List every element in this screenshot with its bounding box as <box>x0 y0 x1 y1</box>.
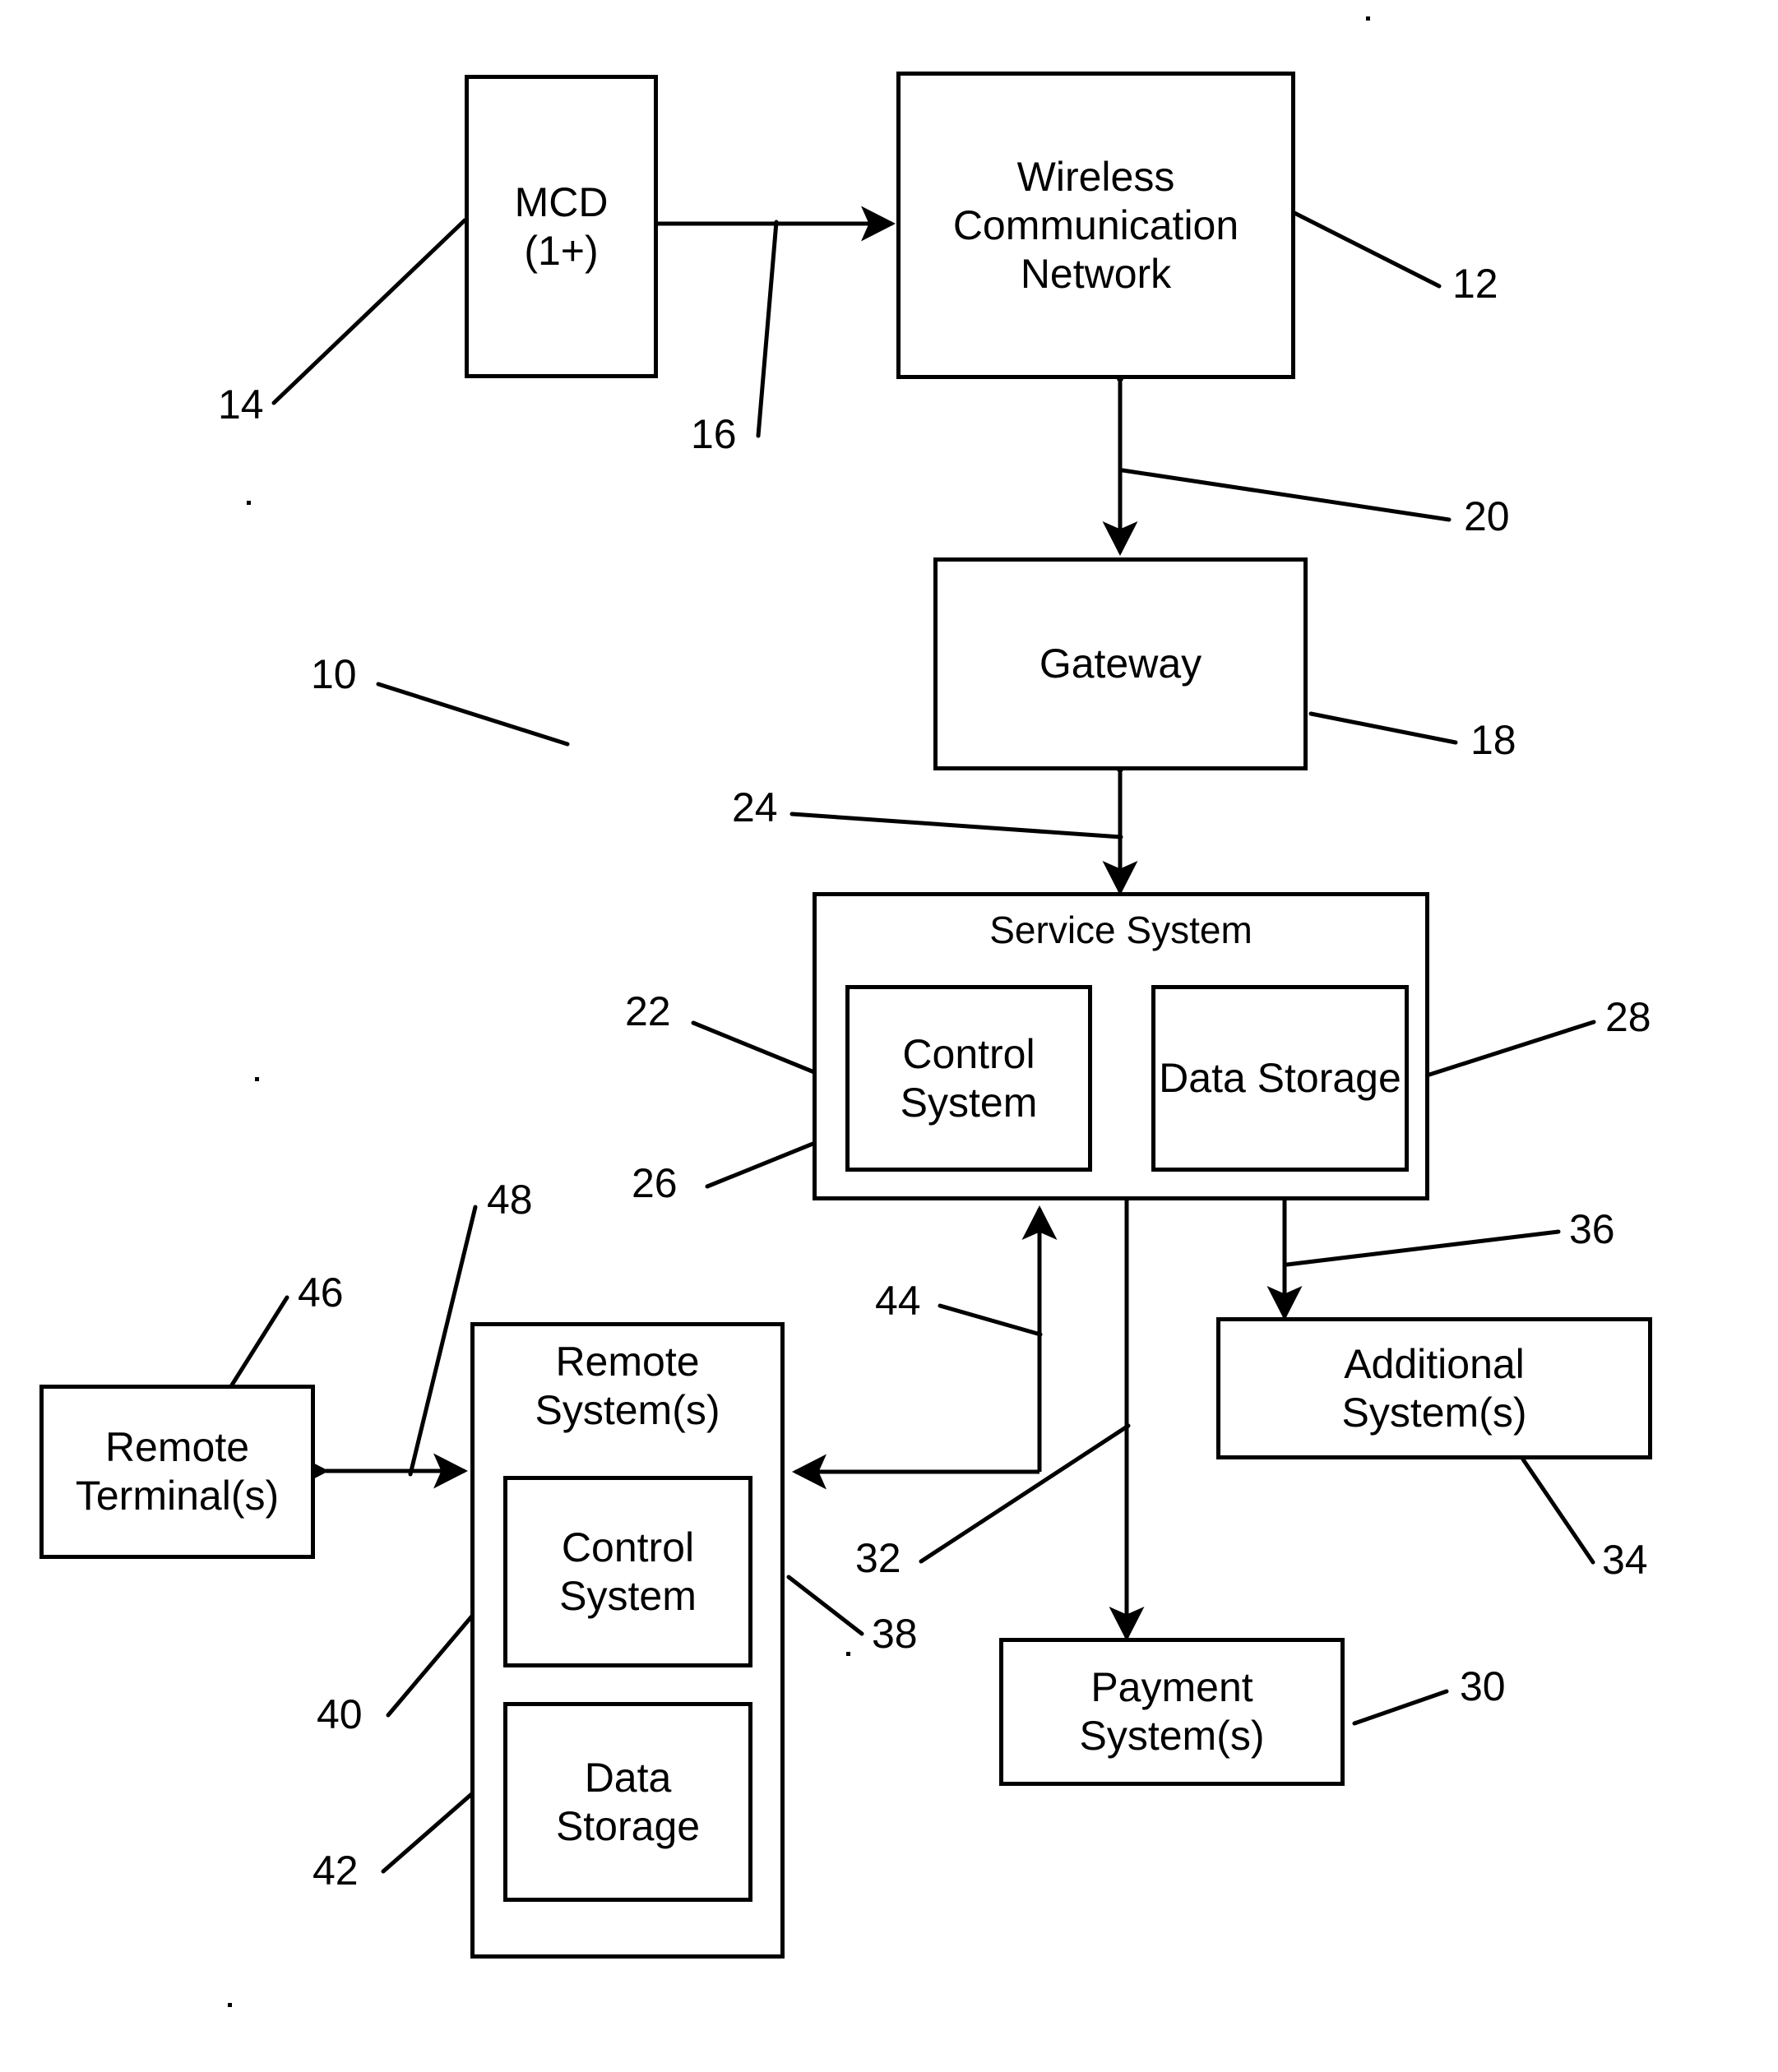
leader-22 <box>691 1020 817 1075</box>
node-remote-systems-label: Remote System(s) <box>535 1339 720 1433</box>
node-payment-systems-label: Payment System(s) <box>1079 1664 1265 1759</box>
leader-36 <box>1285 1229 1561 1267</box>
refnum-36: 36 <box>1569 1206 1615 1252</box>
leader-14 <box>271 218 467 405</box>
node-service-control-system-label: Control System <box>900 1030 1038 1126</box>
refnum-16: 16 <box>691 411 737 457</box>
link-service-remote <box>791 1205 1058 1490</box>
node-service-system-label: Service System <box>989 909 1252 951</box>
refnum-10: 10 <box>311 651 357 697</box>
leader-38 <box>786 1575 864 1636</box>
refnum-42: 42 <box>313 1848 359 1894</box>
scan-speck <box>1366 16 1370 21</box>
node-service-control-system[interactable]: Control System <box>845 985 1092 1172</box>
refnum-44: 44 <box>875 1278 921 1324</box>
scan-speck <box>255 1077 259 1081</box>
node-payment-systems[interactable]: Payment System(s) <box>999 1638 1345 1786</box>
refnum-48: 48 <box>487 1177 533 1223</box>
node-mcd[interactable]: MCD (1+) <box>465 75 658 378</box>
leader-10 <box>376 682 570 747</box>
node-gateway-label: Gateway <box>1039 641 1202 687</box>
refnum-30: 30 <box>1460 1663 1506 1709</box>
leader-24 <box>789 812 1123 839</box>
refnum-18: 18 <box>1470 717 1516 763</box>
leader-48 <box>408 1205 478 1477</box>
refnum-20: 20 <box>1464 493 1510 539</box>
patent-figure: MCD (1+) Wireless Communication Network … <box>0 0 1778 2072</box>
leader-20 <box>1120 468 1452 522</box>
leader-32 <box>919 1423 1131 1564</box>
node-wireless-network[interactable]: Wireless Communication Network <box>896 72 1295 379</box>
refnum-28: 28 <box>1605 994 1651 1040</box>
leader-16 <box>756 220 779 438</box>
node-wireless-network-label: Wireless Communication Network <box>952 153 1239 297</box>
refnum-12: 12 <box>1452 261 1498 307</box>
node-remote-data-storage-label: Data Storage <box>555 1754 701 1849</box>
refnum-34: 34 <box>1602 1537 1648 1583</box>
refnum-32: 32 <box>855 1535 901 1581</box>
scan-speck <box>228 2003 232 2007</box>
leader-30 <box>1352 1689 1449 1726</box>
refnum-14: 14 <box>218 382 264 428</box>
leader-44 <box>938 1303 1043 1337</box>
leader-46 <box>229 1295 289 1389</box>
refnum-26: 26 <box>632 1160 678 1206</box>
node-remote-control-system-label: Control System <box>559 1524 697 1619</box>
node-additional-systems-label: Additional System(s) <box>1341 1340 1527 1436</box>
leader-18 <box>1308 711 1458 745</box>
leader-34 <box>1521 1457 1595 1565</box>
node-remote-data-storage[interactable]: Data Storage <box>503 1702 752 1902</box>
scan-speck <box>846 1652 850 1656</box>
refnum-38: 38 <box>872 1611 918 1657</box>
leader-12 <box>1290 210 1442 289</box>
node-gateway[interactable]: Gateway <box>933 557 1308 770</box>
leader-28 <box>1406 1020 1596 1084</box>
scan-speck <box>247 501 251 505</box>
node-service-data-storage-label: Data Storage <box>1159 1055 1401 1101</box>
node-service-data-storage[interactable]: Data Storage <box>1151 985 1409 1172</box>
node-additional-systems[interactable]: Additional System(s) <box>1216 1317 1652 1459</box>
node-remote-terminals[interactable]: Remote Terminal(s) <box>39 1385 315 1559</box>
refnum-40: 40 <box>317 1691 363 1737</box>
refnum-22: 22 <box>625 988 671 1034</box>
refnum-24: 24 <box>732 784 778 830</box>
refnum-46: 46 <box>298 1270 344 1316</box>
node-remote-control-system[interactable]: Control System <box>503 1476 752 1667</box>
node-remote-terminals-label: Remote Terminal(s) <box>75 1424 280 1519</box>
node-mcd-label: MCD (1+) <box>514 178 609 274</box>
